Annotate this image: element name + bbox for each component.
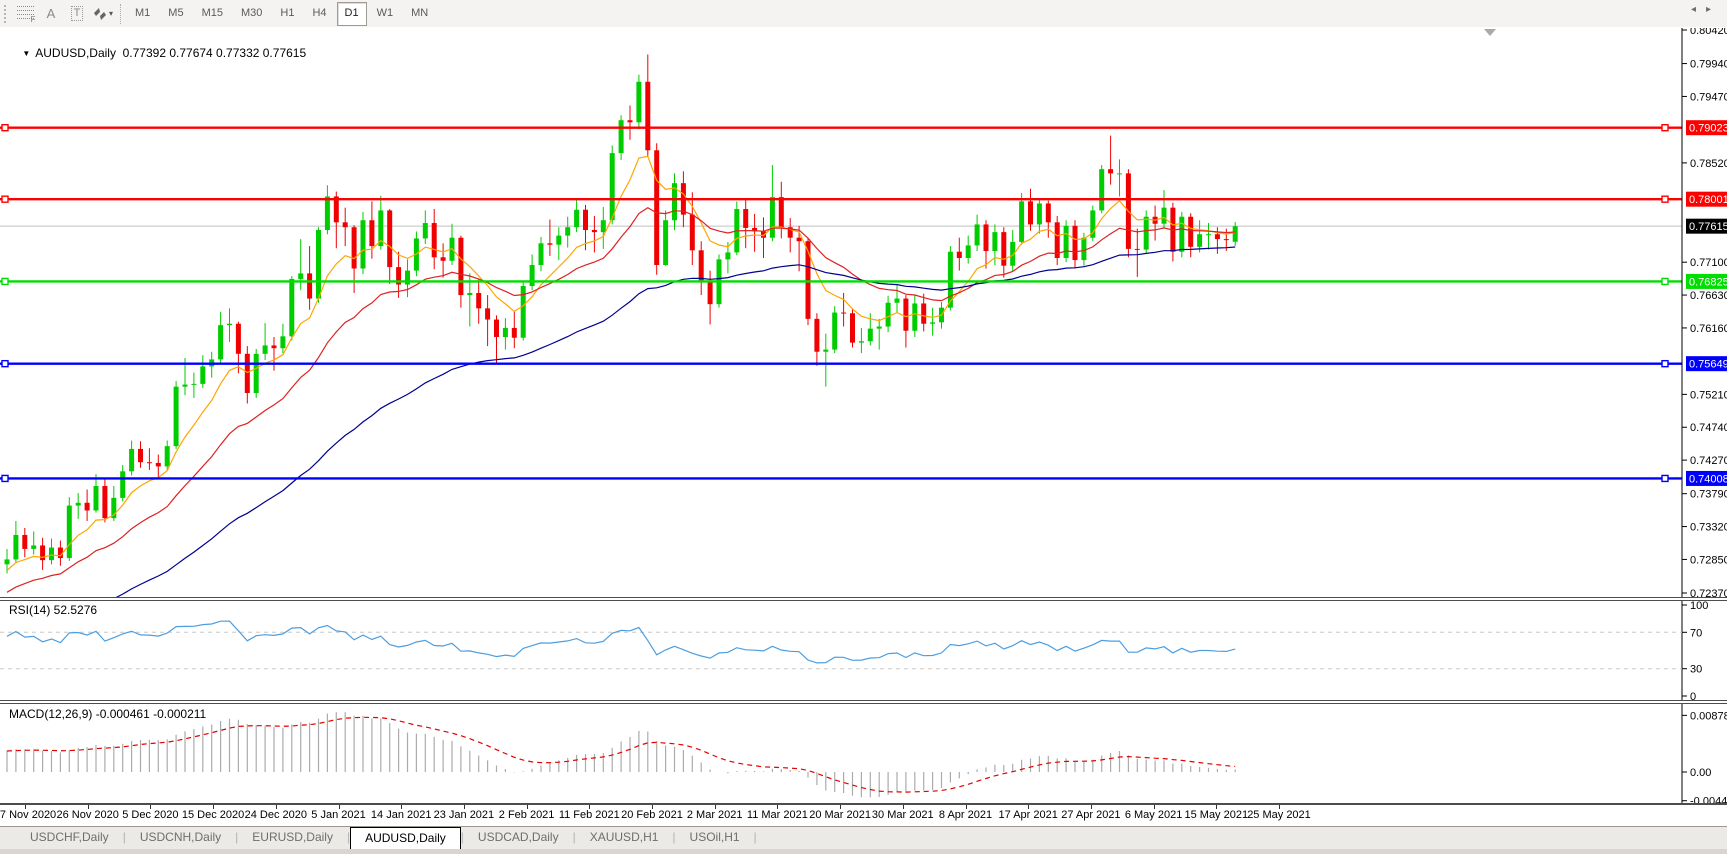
rsi-panel[interactable]: 100 70 30 0 (0, 601, 1727, 700)
candlestick-chart-canvas[interactable]: 0.80420 0.79940 0.79470 0.78520 0.77100 0.766… (0, 28, 1727, 597)
svg-text:0.79470: 0.79470 (1690, 91, 1727, 103)
text-box-icon[interactable]: T (65, 3, 89, 25)
svg-text:0.00: 0.00 (1690, 767, 1711, 779)
date-axis: 17 Nov 202026 Nov 20205 Dec 202015 Dec 2… (0, 805, 1727, 826)
rsi-chart-canvas[interactable]: 100 70 30 0 (0, 601, 1727, 700)
svg-text:100: 100 (1690, 601, 1708, 612)
chart-tab-usdcad[interactable]: USDCAD,Daily (464, 827, 573, 850)
slow-ma-line (7, 247, 1235, 597)
svg-text:0.008782: 0.008782 (1690, 710, 1727, 722)
macd-histogram (7, 712, 1235, 797)
chart-tab-usoil[interactable]: USOil,H1 (676, 827, 754, 850)
svg-text:0.72370: 0.72370 (1690, 588, 1727, 597)
tab-scroll-arrows: ◂▸ (1691, 4, 1721, 15)
svg-text:0.79940: 0.79940 (1690, 59, 1727, 71)
tab-separator: | (754, 827, 757, 850)
macd-chart-canvas[interactable]: 0.008782 0.00 -0.004451 (0, 704, 1727, 803)
svg-text:0.77615: 0.77615 (1689, 221, 1727, 233)
horizontal-lines-layer[interactable] (0, 125, 1682, 482)
chart-title: ▼ AUDUSD,Daily 0.77392 0.77674 0.77332 0.… (9, 32, 306, 74)
svg-text:0.79023: 0.79023 (1689, 123, 1727, 135)
svg-text:0.76825: 0.76825 (1689, 276, 1727, 288)
candlestick-layer (5, 54, 1238, 573)
chart-shift-marker[interactable] (1484, 29, 1496, 36)
symbol-dropdown-icon[interactable]: ▼ (22, 49, 30, 58)
timeframe-button-d1[interactable]: D1 (337, 2, 367, 26)
macd-label: MACD(12,26,9) -0.000461 -0.000211 (9, 707, 206, 721)
svg-text:0.76160: 0.76160 (1690, 323, 1727, 335)
svg-text:0.78001: 0.78001 (1689, 194, 1727, 206)
svg-text:0.74740: 0.74740 (1690, 422, 1727, 434)
status-strip (0, 849, 1727, 854)
chart-tab-eurusd[interactable]: EURUSD,Daily (238, 827, 347, 850)
timeframe-button-mn[interactable]: MN (403, 2, 436, 26)
date-label: 25 May 2021 (1234, 809, 1324, 821)
chart-ohlc-values: 0.77392 0.77674 0.77332 0.77615 (123, 46, 307, 60)
chart-tab-usdcnh[interactable]: USDCNH,Daily (126, 827, 235, 850)
svg-text:0.77100: 0.77100 (1690, 257, 1727, 269)
svg-text:0.73320: 0.73320 (1690, 522, 1727, 534)
text-label-icon[interactable]: A (39, 3, 63, 25)
arrows-glyph (93, 7, 107, 21)
svg-text:0.80420: 0.80420 (1690, 28, 1727, 37)
main-chart-panel[interactable]: 0.80420 0.79940 0.79470 0.78520 0.77100 0.766… (0, 28, 1727, 597)
chart-symbol-label: AUDUSD,Daily (35, 46, 116, 60)
fibonacci-lines-glyph: F (17, 6, 34, 21)
timeframe-button-m15[interactable]: M15 (194, 2, 231, 26)
svg-text:30: 30 (1690, 664, 1702, 676)
rsi-line (7, 621, 1235, 663)
timeframe-button-m5[interactable]: M5 (160, 2, 191, 26)
tab-scroll-right-icon[interactable]: ▸ (1706, 4, 1721, 15)
toolbar: F A T ▾ M1M5M15M30H1H4D1W1MN (0, 0, 1727, 28)
svg-text:0.72850: 0.72850 (1690, 554, 1727, 566)
svg-text:0.76630: 0.76630 (1690, 290, 1727, 302)
rsi-label: RSI(14) 52.5276 (9, 603, 97, 617)
svg-text:0.74008: 0.74008 (1689, 473, 1727, 485)
timeframe-button-m1[interactable]: M1 (127, 2, 158, 26)
timeframe-button-h1[interactable]: H1 (272, 2, 302, 26)
tab-scroll-left-icon[interactable]: ◂ (1691, 4, 1706, 15)
svg-text:0.73790: 0.73790 (1690, 489, 1727, 501)
timeframe-button-w1[interactable]: W1 (369, 2, 402, 26)
toolbar-separator (120, 4, 122, 24)
chart-tab-audusd[interactable]: AUDUSD,Daily (350, 827, 461, 850)
svg-text:-0.004451: -0.004451 (1690, 796, 1727, 803)
toolbar-grip[interactable] (2, 5, 9, 23)
timeframe-button-m30[interactable]: M30 (233, 2, 270, 26)
mid-ma-line (7, 208, 1235, 593)
chart-tab-xauusd[interactable]: XAUUSD,H1 (576, 827, 673, 850)
fibonacci-retracement-icon[interactable]: F (13, 3, 37, 25)
svg-text:0.78520: 0.78520 (1690, 158, 1727, 170)
svg-text:70: 70 (1690, 627, 1702, 639)
timeframe-button-h4[interactable]: H4 (304, 2, 334, 26)
timeframe-button-group: M1M5M15M30H1H4D1W1MN (126, 2, 437, 26)
price-axis-labels: 0.80420 0.79940 0.79470 0.78520 0.77100 0.766… (1682, 28, 1727, 597)
chart-window: ▼ AUDUSD,Daily 0.77392 0.77674 0.77332 0.… (0, 27, 1727, 806)
svg-text:0.75210: 0.75210 (1690, 389, 1727, 401)
chart-tab-bar: USDCHF,Daily|USDCNH,Daily|EURUSD,Daily|A… (0, 826, 1727, 850)
chart-tab-usdchf[interactable]: USDCHF,Daily (16, 827, 123, 850)
dropdown-caret-icon[interactable]: ▾ (109, 9, 113, 18)
svg-text:0.74270: 0.74270 (1690, 455, 1727, 467)
arrows-icon[interactable]: ▾ (91, 3, 115, 25)
macd-panel[interactable]: 0.008782 0.00 -0.004451 (0, 704, 1727, 803)
svg-text:0: 0 (1690, 691, 1696, 700)
svg-text:0.75649: 0.75649 (1689, 359, 1727, 371)
